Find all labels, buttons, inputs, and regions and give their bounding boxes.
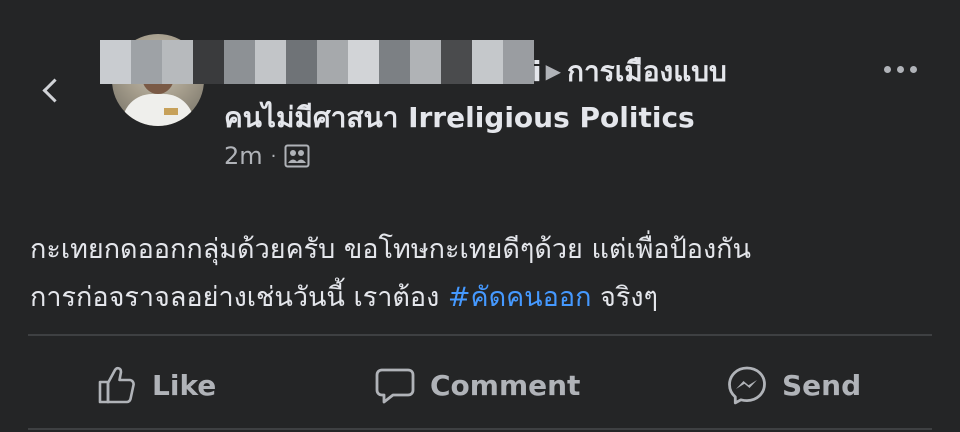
speech-bubble-icon: [375, 368, 415, 404]
chevron-left-icon[interactable]: [42, 78, 67, 103]
divider: [28, 334, 932, 336]
thumbs-up-icon: [98, 366, 135, 404]
post-text-line-2-suffix: จริงๆ: [600, 282, 659, 313]
avatar-name-tag: [164, 108, 178, 115]
send-label: Send: [782, 368, 862, 402]
author-name-redaction: [100, 40, 534, 84]
more-horizontal-icon[interactable]: [884, 66, 917, 73]
comment-label: Comment: [430, 368, 581, 402]
post-text-line-2: การก่อจราจลอย่างเช่นวันนี้ เราต้อง #คัดค…: [30, 274, 940, 322]
triangle-right-icon: ▶: [545, 59, 561, 83]
messenger-icon: [728, 366, 766, 405]
comment-button[interactable]: Comment: [374, 356, 580, 414]
divider: [28, 428, 932, 430]
group-name-part2[interactable]: คนไม่มีศาสนา Irreligious Politics: [224, 96, 695, 140]
post-text-line-2-prefix: การก่อจราจลอย่างเช่นวันนี้ เราต้อง: [30, 282, 440, 313]
avatar-shirt: [122, 94, 194, 126]
like-button[interactable]: Like: [96, 356, 216, 414]
like-label: Like: [152, 368, 217, 402]
post-card: i ▶ การเมืองแบบ คนไม่มีศาสนา Irreligious P…: [0, 0, 960, 432]
post-actions-bar: Like Comment Send: [0, 356, 960, 414]
author-name-suffix[interactable]: i: [532, 55, 542, 88]
post-timestamp[interactable]: 2m: [224, 142, 263, 170]
group-members-icon: [284, 144, 310, 168]
post-text-line-1: กะเทยกดออกกลุ่มด้วยครับ ขอโทษกะเทยดีๆด้ว…: [30, 234, 751, 265]
meta-separator: ·: [270, 145, 277, 167]
hashtag-link[interactable]: #คัดคนออก: [448, 282, 592, 313]
group-breadcrumb: i ▶ การเมืองแบบ: [532, 50, 727, 94]
group-name-part1[interactable]: การเมืองแบบ: [567, 55, 727, 88]
send-button[interactable]: Send: [726, 356, 861, 414]
post-meta: 2m ·: [224, 142, 310, 170]
post-text: กะเทยกดออกกลุ่มด้วยครับ ขอโทษกะเทยดีๆด้ว…: [30, 226, 940, 322]
